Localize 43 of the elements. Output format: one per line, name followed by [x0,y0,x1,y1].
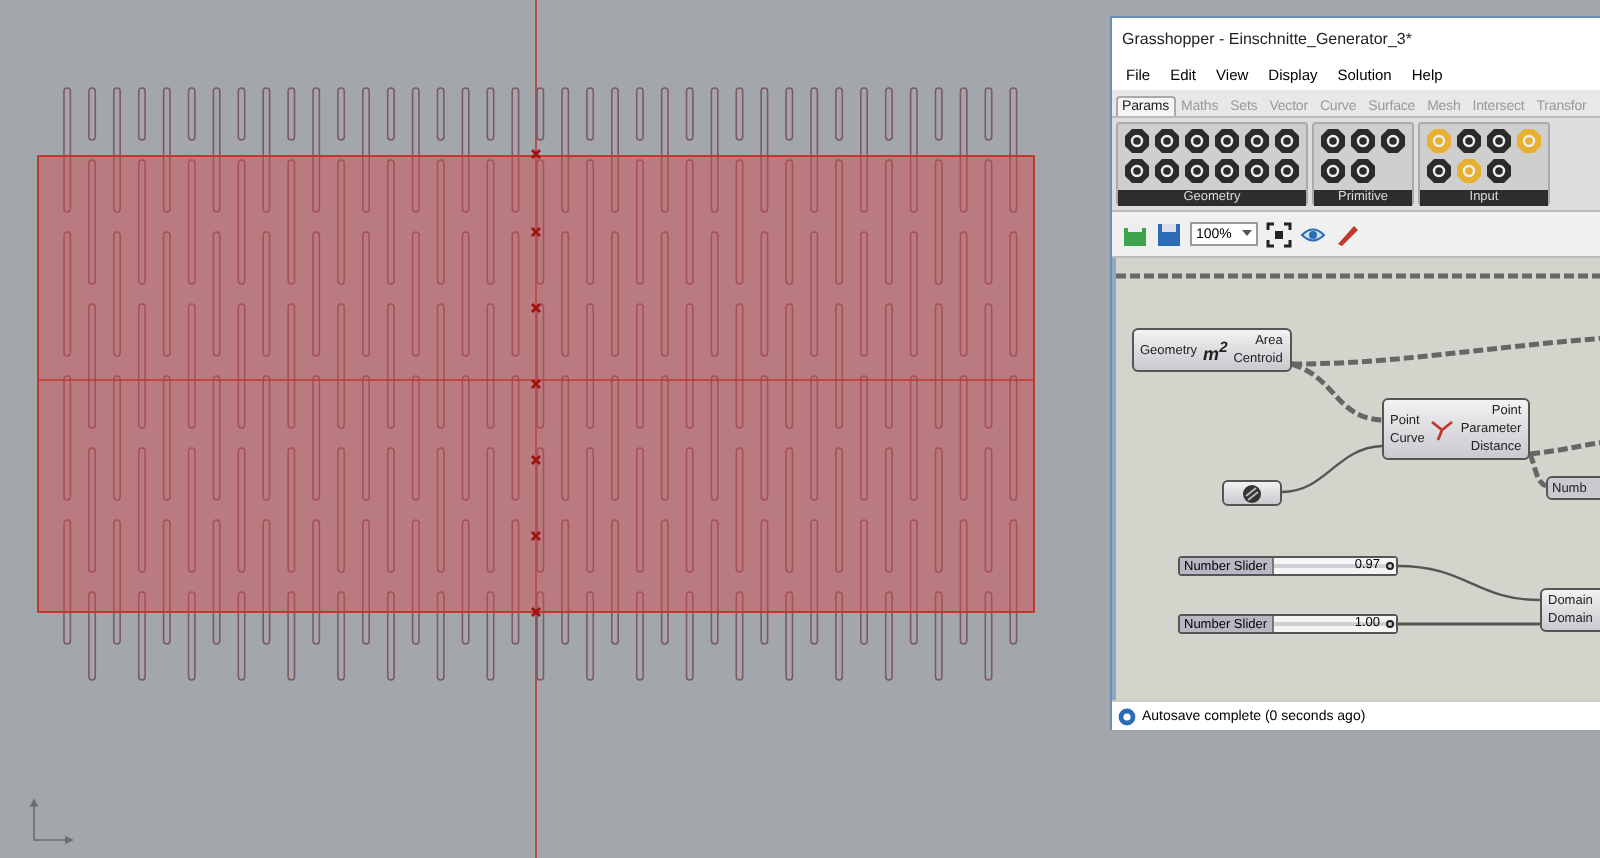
component-icon[interactable] [1214,158,1240,184]
component-icon[interactable] [1154,128,1180,154]
point-marker-icon [530,302,542,314]
component-icon[interactable] [1350,128,1376,154]
component-icon[interactable] [1426,158,1452,184]
axis-icon [29,798,74,845]
component-icon[interactable] [1274,158,1300,184]
geometry-param-icon [1242,483,1262,503]
wire [1281,444,1383,494]
branch-icon [1430,417,1455,441]
wire [1398,622,1540,626]
component-icon[interactable] [1124,128,1150,154]
component-icon[interactable] [1320,128,1346,154]
component-icon-text: m$^{2}$ [1203,337,1228,363]
point-marker-icon [530,148,542,160]
point-marker-icon [530,226,542,238]
parameter-node[interactable] [1222,480,1282,506]
component-icon[interactable] [1184,128,1210,154]
window-title: Grasshopper - Einschnitte_Generator_3* [1112,18,1600,58]
component-icon[interactable] [1244,158,1270,184]
component-icon[interactable] [1486,158,1512,184]
save-icon[interactable] [1156,221,1182,247]
component-icon[interactable] [1214,128,1240,154]
component-icon[interactable] [1320,158,1346,184]
component-icon[interactable] [1244,128,1270,154]
wire [1527,439,1600,489]
info-icon [1118,707,1136,725]
point-marker-icon [530,530,542,542]
component-icon[interactable] [1486,128,1512,154]
wire [1397,564,1541,602]
caret-icon [1242,230,1252,238]
component-icon[interactable] [1274,128,1300,154]
component-icon[interactable] [1456,128,1482,154]
component-icon[interactable] [1124,158,1150,184]
pen-icon[interactable] [1334,221,1360,247]
point-marker-icon [530,606,542,618]
component-icon[interactable] [1184,158,1210,184]
component-icon[interactable] [1380,128,1406,154]
zoom-extents-icon[interactable] [1266,221,1292,247]
point-marker-icon [530,378,542,390]
component-icon[interactable] [1154,158,1180,184]
component-icon[interactable] [1350,158,1376,184]
point-marker-icon [530,454,542,466]
